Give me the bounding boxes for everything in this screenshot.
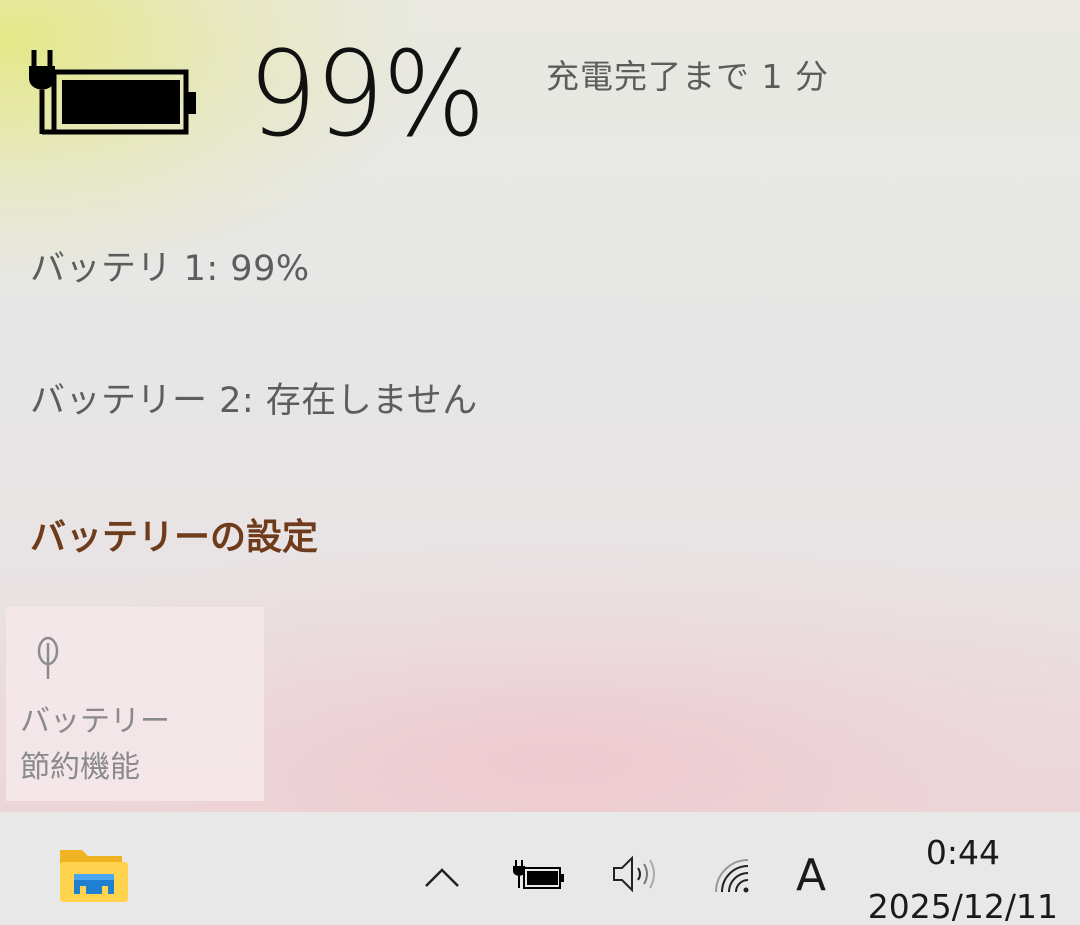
screen: 99% 充電完了まで 1 分 バッテリ 1: 99% バッテリー 2: 存在しま… <box>0 0 1080 925</box>
charge-status-text: 充電完了まで 1 分 <box>546 57 829 96</box>
taskbar-clock[interactable]: 0:44 2025/12/11 <box>868 826 1058 925</box>
clock-date: 2025/12/11 <box>867 887 1058 925</box>
battery-percent: 99% <box>248 25 486 163</box>
battery-saver-label: バッテリー 節約機能 <box>20 699 170 791</box>
battery-charging-icon[interactable] <box>510 856 570 896</box>
battery-2-status: バッテリー 2: 存在しません <box>30 381 478 421</box>
ime-mode-indicator[interactable]: A <box>796 850 826 901</box>
file-explorer-icon[interactable] <box>54 844 134 908</box>
clock-time: 0:44 <box>925 833 1000 872</box>
chevron-up-icon[interactable] <box>418 856 466 896</box>
battery-charging-icon <box>28 46 208 142</box>
battery-saver-toggle[interactable]: バッテリー 節約機能 <box>6 607 264 801</box>
taskbar: A 0:44 2025/12/11 <box>0 812 1080 925</box>
battery-saver-label-line2: 節約機能 <box>20 750 140 785</box>
wifi-icon[interactable] <box>712 856 758 896</box>
battery-settings-link[interactable]: バッテリーの設定 <box>30 508 318 560</box>
volume-icon[interactable] <box>608 852 664 896</box>
battery-1-status: バッテリ 1: 99% <box>30 249 310 289</box>
battery-flyout: 99% 充電完了まで 1 分 バッテリ 1: 99% バッテリー 2: 存在しま… <box>0 0 1080 812</box>
battery-saver-label-line1: バッテリー <box>20 704 170 739</box>
leaf-icon <box>30 635 66 683</box>
